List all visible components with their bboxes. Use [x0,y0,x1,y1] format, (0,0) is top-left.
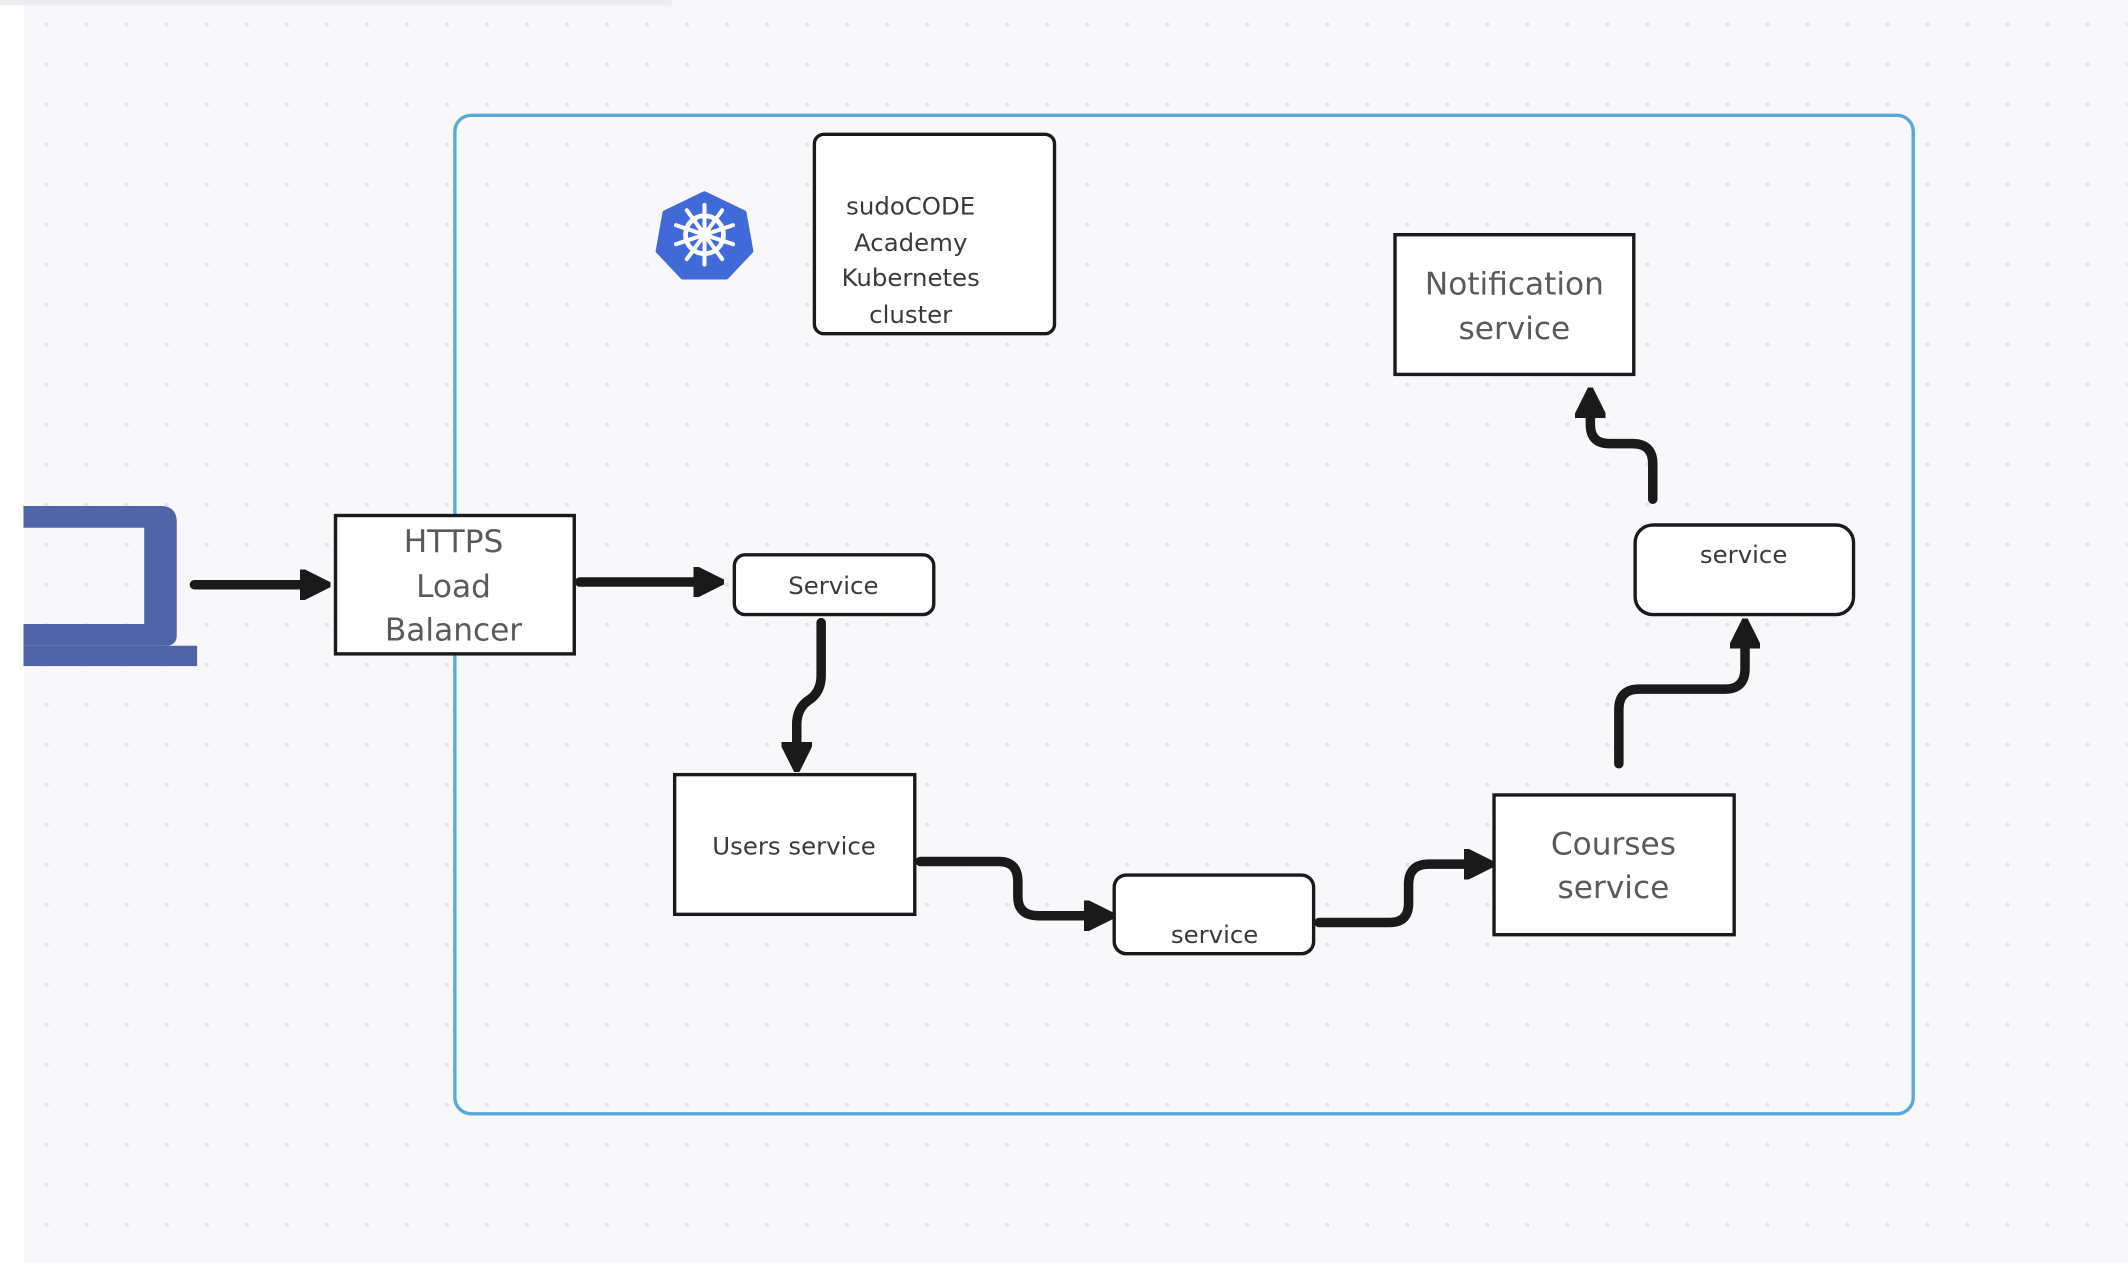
users-to-courses-service-node[interactable]: service [1112,873,1316,956]
top-toolbar-edge [0,0,672,6]
cluster-label-line: sudoCODE [846,191,975,220]
node-label: service [1700,540,1787,569]
node-label: Notification [1425,266,1604,302]
diagram-svg: sudoCODE Academy Kubernetes cluster HTTP… [0,0,2128,1263]
cluster-label-box[interactable]: sudoCODE Academy Kubernetes cluster [812,132,1057,336]
node-label: Balancer [385,612,522,648]
cluster-label-line: Academy [854,228,967,257]
node-label: Service [788,571,878,600]
node-label: service [1558,870,1670,906]
node-label: Users service [712,832,876,861]
left-panel-edge [0,0,24,1263]
node-label: service [1459,311,1571,347]
courses-service-node[interactable]: Courses service [1492,793,1736,937]
node-label: HTTPS [404,524,504,560]
notification-service-node[interactable]: Notification service [1393,232,1636,377]
users-service-node[interactable]: Users service [672,772,917,917]
cluster-label-line: cluster [869,300,953,329]
node-label: service [1171,920,1258,949]
node-label: Courses [1551,827,1676,863]
https-load-balancer-node[interactable]: HTTPS Load Balancer [333,513,576,656]
entry-service-node[interactable]: Service [732,553,936,617]
courses-to-notification-service-node[interactable]: service [1633,523,1856,617]
node-label: Load [416,569,491,605]
diagram-canvas[interactable]: sudoCODE Academy Kubernetes cluster HTTP… [0,0,2128,1263]
cluster-label-line: Kubernetes [842,263,980,292]
